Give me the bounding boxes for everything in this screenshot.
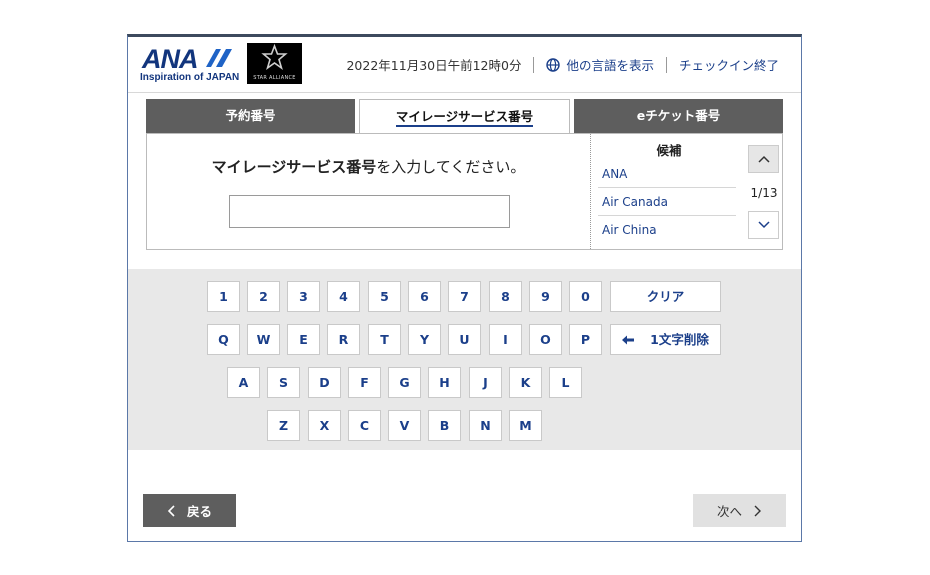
- back-button[interactable]: 戻る: [143, 494, 236, 527]
- tab-selected-underline: [396, 125, 533, 127]
- key-y[interactable]: Y: [408, 324, 441, 355]
- next-button-label: 次へ: [716, 504, 742, 519]
- key-e[interactable]: E: [287, 324, 320, 355]
- key-o[interactable]: O: [529, 324, 562, 355]
- candidates-list: ANA Air Canada Air China: [598, 160, 736, 244]
- key-r[interactable]: R: [327, 324, 360, 355]
- ana-stripe-icon: [206, 49, 232, 67]
- key-p[interactable]: P: [569, 324, 602, 355]
- key-m[interactable]: M: [509, 410, 542, 441]
- key-g[interactable]: G: [388, 367, 421, 398]
- key-3[interactable]: 3: [287, 281, 320, 312]
- key-w[interactable]: W: [247, 324, 280, 355]
- entry-prompt: マイレージサービス番号を入力してください。: [147, 156, 590, 177]
- key-d[interactable]: D: [308, 367, 341, 398]
- entry-panel: マイレージサービス番号を入力してください。 候補 ANA Air Canada …: [146, 133, 783, 250]
- star-alliance-name: STAR ALLIANCE: [253, 75, 296, 81]
- key-h[interactable]: H: [428, 367, 461, 398]
- key-l[interactable]: L: [549, 367, 582, 398]
- backspace-label: 1文字削除: [650, 332, 709, 347]
- chevron-left-icon: [167, 504, 175, 517]
- key-z[interactable]: Z: [267, 410, 300, 441]
- header-separator: [665, 56, 667, 73]
- key-4[interactable]: 4: [327, 281, 360, 312]
- key-a[interactable]: A: [227, 367, 260, 398]
- onscreen-keyboard: 1 2 3 4 5 6 7 8 9 0 クリア Q W E R T Y U I …: [128, 269, 801, 450]
- globe-icon: [546, 57, 561, 72]
- candidates-page-indicator: 1/13: [750, 186, 778, 200]
- star-alliance-logo: STAR ALLIANCE: [247, 43, 302, 84]
- arrow-left-icon: [622, 335, 635, 344]
- chevron-down-icon: [757, 221, 770, 229]
- back-button-label: 戻る: [186, 504, 212, 519]
- ana-logo: ANA Inspiration of JAPAN: [140, 44, 240, 86]
- backspace-button[interactable]: 1文字削除: [610, 324, 721, 355]
- next-button[interactable]: 次へ: [693, 494, 786, 527]
- tab-eticket-number[interactable]: eチケット番号: [574, 99, 783, 133]
- search-type-tabs: 予約番号 マイレージサービス番号 eチケット番号: [146, 99, 783, 134]
- key-7[interactable]: 7: [448, 281, 481, 312]
- key-c[interactable]: C: [348, 410, 381, 441]
- key-i[interactable]: I: [489, 324, 522, 355]
- key-n[interactable]: N: [469, 410, 502, 441]
- key-t[interactable]: T: [368, 324, 401, 355]
- language-link-label: 他の言語を表示: [566, 58, 654, 73]
- star-alliance-star-icon: [261, 43, 288, 70]
- entry-prompt-bold: マイレージサービス番号: [211, 158, 377, 176]
- key-b[interactable]: B: [428, 410, 461, 441]
- header-right: 2022年11月30日午前12時0分 他の言語を表示 チェックイン終了: [346, 55, 779, 74]
- key-9[interactable]: 9: [529, 281, 562, 312]
- ana-logo-mark: ANA: [142, 44, 198, 74]
- clear-button[interactable]: クリア: [610, 281, 721, 312]
- candidates-scroll-down-button[interactable]: [748, 211, 779, 239]
- key-2[interactable]: 2: [247, 281, 280, 312]
- key-x[interactable]: X: [308, 410, 341, 441]
- header-separator: [533, 56, 535, 73]
- finish-checkin-link[interactable]: チェックイン終了: [679, 55, 779, 74]
- candidate-item[interactable]: ANA: [598, 160, 736, 188]
- candidates-title: 候補: [656, 143, 682, 158]
- current-datetime: 2022年11月30日午前12時0分: [346, 58, 522, 73]
- candidate-item[interactable]: Air Canada: [598, 188, 736, 216]
- candidates-scroll-up-button[interactable]: [748, 145, 779, 173]
- key-f[interactable]: F: [348, 367, 381, 398]
- key-u[interactable]: U: [448, 324, 481, 355]
- key-5[interactable]: 5: [368, 281, 401, 312]
- key-j[interactable]: J: [469, 367, 502, 398]
- key-8[interactable]: 8: [489, 281, 522, 312]
- ana-tagline: Inspiration of JAPAN: [140, 72, 240, 83]
- key-k[interactable]: K: [509, 367, 542, 398]
- key-0[interactable]: 0: [569, 281, 602, 312]
- tab-mileage-number-label: マイレージサービス番号: [395, 109, 534, 124]
- candidate-item[interactable]: Air China: [598, 216, 736, 244]
- tab-mileage-number[interactable]: マイレージサービス番号: [359, 99, 570, 134]
- key-1[interactable]: 1: [207, 281, 240, 312]
- language-link[interactable]: 他の言語を表示: [546, 55, 654, 74]
- key-6[interactable]: 6: [408, 281, 441, 312]
- tab-reservation-number[interactable]: 予約番号: [146, 99, 355, 133]
- chevron-right-icon: [754, 505, 761, 516]
- key-s[interactable]: S: [267, 367, 300, 398]
- mileage-number-input[interactable]: [229, 195, 510, 228]
- header: ANA Inspiration of JAPAN STAR ALLIANCE 2…: [128, 37, 801, 93]
- checkin-window: ANA Inspiration of JAPAN STAR ALLIANCE 2…: [127, 34, 802, 542]
- key-q[interactable]: Q: [207, 324, 240, 355]
- entry-prompt-rest: を入力してください。: [376, 158, 526, 176]
- key-v[interactable]: V: [388, 410, 421, 441]
- chevron-up-icon: [757, 155, 770, 163]
